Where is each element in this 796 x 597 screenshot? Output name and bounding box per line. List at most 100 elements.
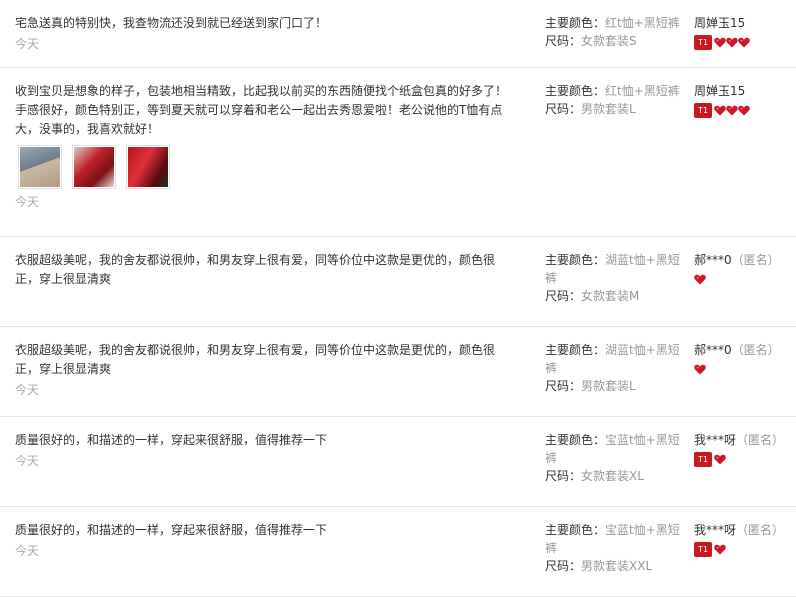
reviewer-nickname[interactable]: 我***呀 <box>694 523 736 537</box>
sku-color-label: 主要颜色： <box>545 343 606 357</box>
sku-attributes: 主要颜色：红t恤+黑短裤 尺码：男款套装L <box>545 82 685 118</box>
sku-size: 尺码：女款套装S <box>545 32 685 50</box>
review-photo-thumbnail[interactable] <box>18 145 62 189</box>
sku-size: 尺码：男款套装L <box>545 100 685 118</box>
sku-size-label: 尺码： <box>545 102 582 116</box>
sku-size-value: 女款套装S <box>581 34 637 48</box>
review-text: 质量很好的，和描述的一样，穿起来很舒服，值得推荐一下 <box>15 433 328 447</box>
review-photos <box>18 145 511 189</box>
sku-size-value: 男款套装XXL <box>581 559 653 573</box>
review-text: 宅急送真的特别快，我查物流还没到就已经送到家门口了！ <box>15 16 328 30</box>
sku-color-value: 红t恤+黑短裤 <box>605 84 680 98</box>
sku-size-value: 男款套装L <box>581 102 636 116</box>
sku-color-label: 主要颜色： <box>545 523 606 537</box>
reviewer-nickname[interactable]: 周婵玉15 <box>694 16 745 30</box>
heart-icon <box>694 364 706 374</box>
review-row: 质量很好的，和描述的一样，穿起来很舒服，值得推荐一下 今天 主要颜色：宝蓝t恤+黑短… <box>0 507 796 597</box>
level-badge-icon: T1 <box>694 541 712 557</box>
reviewer-nickname[interactable]: 郝***0 <box>694 253 732 267</box>
review-content: 收到宝贝是想象的样子，包装地相当精致，比起我以前买的东西随便找个纸盒包真的好多了… <box>15 82 511 212</box>
anonymous-tag: （匿名） <box>736 523 785 537</box>
review-list: 宅急送真的特别快，我查物流还没到就已经送到家门口了！ 今天 主要颜色：红t恤+黑短裤… <box>0 0 796 597</box>
reviewer-nickname[interactable]: 郝***0 <box>694 343 732 357</box>
review-photo-thumbnail[interactable] <box>126 145 170 189</box>
sku-attributes: 主要颜色：宝蓝t恤+黑短裤 尺码：男款套装XXL <box>545 521 685 575</box>
review-row: 衣服超级美呢，我的舍友都说很帅，和男友穿上很有爱，同等价位中这款是更优的，颜色很… <box>0 327 796 417</box>
reviewer-level: T1 <box>694 541 794 557</box>
sku-color: 主要颜色：宝蓝t恤+黑短裤 <box>545 521 685 557</box>
heart-icon <box>726 105 738 115</box>
heart-icon <box>714 37 726 47</box>
review-photo-thumbnail[interactable] <box>72 145 116 189</box>
reviewer-level <box>694 361 794 377</box>
reviewer-name: 周婵玉15 <box>694 14 794 32</box>
anonymous-tag: （匿名） <box>731 253 780 267</box>
review-date: 今天 <box>15 383 40 397</box>
review-content: 衣服超级美呢，我的舍友都说很帅，和男友穿上很有爱，同等价位中这款是更优的，颜色很… <box>15 341 511 400</box>
sku-size-value: 男款套装L <box>581 379 636 393</box>
review-date: 今天 <box>15 195 40 209</box>
sku-color-label: 主要颜色： <box>545 84 606 98</box>
review-date: 今天 <box>15 37 40 51</box>
reviewer-nickname[interactable]: 我***呀 <box>694 433 736 447</box>
sku-size: 尺码：男款套装XXL <box>545 557 685 575</box>
heart-icon <box>738 105 750 115</box>
review-text: 收到宝贝是想象的样子，包装地相当精致，比起我以前买的东西随便找个纸盒包真的好多了… <box>15 84 508 136</box>
sku-color: 主要颜色：湖蓝t恤+黑短裤 <box>545 251 685 287</box>
reviewer-level: T1 <box>694 102 794 118</box>
level-badge-icon: T1 <box>694 451 712 467</box>
anonymous-tag: （匿名） <box>736 433 785 447</box>
sku-color: 主要颜色：湖蓝t恤+黑短裤 <box>545 341 685 377</box>
heart-icon <box>694 274 706 284</box>
heart-icon <box>714 454 726 464</box>
heart-icon <box>714 105 726 115</box>
reviewer-name: 我***呀（匿名） <box>694 521 794 539</box>
reviewer-info: 周婵玉15 T1 <box>694 82 794 118</box>
sku-size: 尺码：男款套装L <box>545 377 685 395</box>
review-row: 宅急送真的特别快，我查物流还没到就已经送到家门口了！ 今天 主要颜色：红t恤+黑短裤… <box>0 0 796 68</box>
sku-color-label: 主要颜色： <box>545 253 606 267</box>
anonymous-tag: （匿名） <box>731 343 780 357</box>
sku-size-label: 尺码： <box>545 469 582 483</box>
photo-image <box>74 147 114 187</box>
review-row: 质量很好的，和描述的一样，穿起来很舒服，值得推荐一下 今天 主要颜色：宝蓝t恤+黑短… <box>0 417 796 507</box>
reviewer-info: 我***呀（匿名） T1 <box>694 431 794 467</box>
reviewer-name: 周婵玉15 <box>694 82 794 100</box>
sku-size-value: 女款套装M <box>581 289 640 303</box>
sku-attributes: 主要颜色：湖蓝t恤+黑短裤 尺码：女款套装M <box>545 251 685 305</box>
reviewer-info: 我***呀（匿名） T1 <box>694 521 794 557</box>
reviewer-info: 郝***0（匿名） <box>694 341 794 377</box>
review-row: 收到宝贝是想象的样子，包装地相当精致，比起我以前买的东西随便找个纸盒包真的好多了… <box>0 68 796 237</box>
reviewer-nickname[interactable]: 周婵玉15 <box>694 84 745 98</box>
sku-color: 主要颜色：红t恤+黑短裤 <box>545 82 685 100</box>
sku-size-value: 女款套装XL <box>581 469 644 483</box>
heart-icon <box>738 37 750 47</box>
sku-size-label: 尺码： <box>545 379 582 393</box>
reviewer-info: 郝***0（匿名） <box>694 251 794 287</box>
review-row: 衣服超级美呢，我的舍友都说很帅，和男友穿上很有爱，同等价位中这款是更优的，颜色很… <box>0 237 796 327</box>
review-content: 衣服超级美呢，我的舍友都说很帅，和男友穿上很有爱，同等价位中这款是更优的，颜色很… <box>15 251 511 291</box>
reviewer-level: T1 <box>694 451 794 467</box>
heart-icon <box>726 37 738 47</box>
sku-size: 尺码：女款套装M <box>545 287 685 305</box>
review-content: 质量很好的，和描述的一样，穿起来很舒服，值得推荐一下 今天 <box>15 521 511 561</box>
level-badge-icon: T1 <box>694 34 712 50</box>
reviewer-level: T1 <box>694 34 794 50</box>
sku-attributes: 主要颜色：红t恤+黑短裤 尺码：女款套装S <box>545 14 685 50</box>
reviewer-name: 郝***0（匿名） <box>694 251 794 269</box>
review-text: 质量很好的，和描述的一样，穿起来很舒服，值得推荐一下 <box>15 523 328 537</box>
level-badge-icon: T1 <box>694 102 712 118</box>
sku-attributes: 主要颜色：宝蓝t恤+黑短裤尺码：女款套装XL <box>545 431 685 485</box>
sku-color-value: 红t恤+黑短裤 <box>605 16 680 30</box>
review-content: 宅急送真的特别快，我查物流还没到就已经送到家门口了！ 今天 <box>15 14 511 54</box>
review-text: 衣服超级美呢，我的舍友都说很帅，和男友穿上很有爱，同等价位中这款是更优的，颜色很… <box>15 253 496 286</box>
photo-image <box>20 147 60 187</box>
sku-color: 主要颜色：红t恤+黑短裤 <box>545 14 685 32</box>
sku-color-label: 主要颜色： <box>545 16 606 30</box>
sku-color: 主要颜色：宝蓝t恤+黑短裤 <box>545 431 685 467</box>
reviewer-name: 我***呀（匿名） <box>694 431 794 449</box>
sku-color-label: 主要颜色： <box>545 433 606 447</box>
sku-size-label: 尺码： <box>545 559 582 573</box>
reviewer-level <box>694 271 794 287</box>
review-content: 质量很好的，和描述的一样，穿起来很舒服，值得推荐一下 今天 <box>15 431 511 471</box>
